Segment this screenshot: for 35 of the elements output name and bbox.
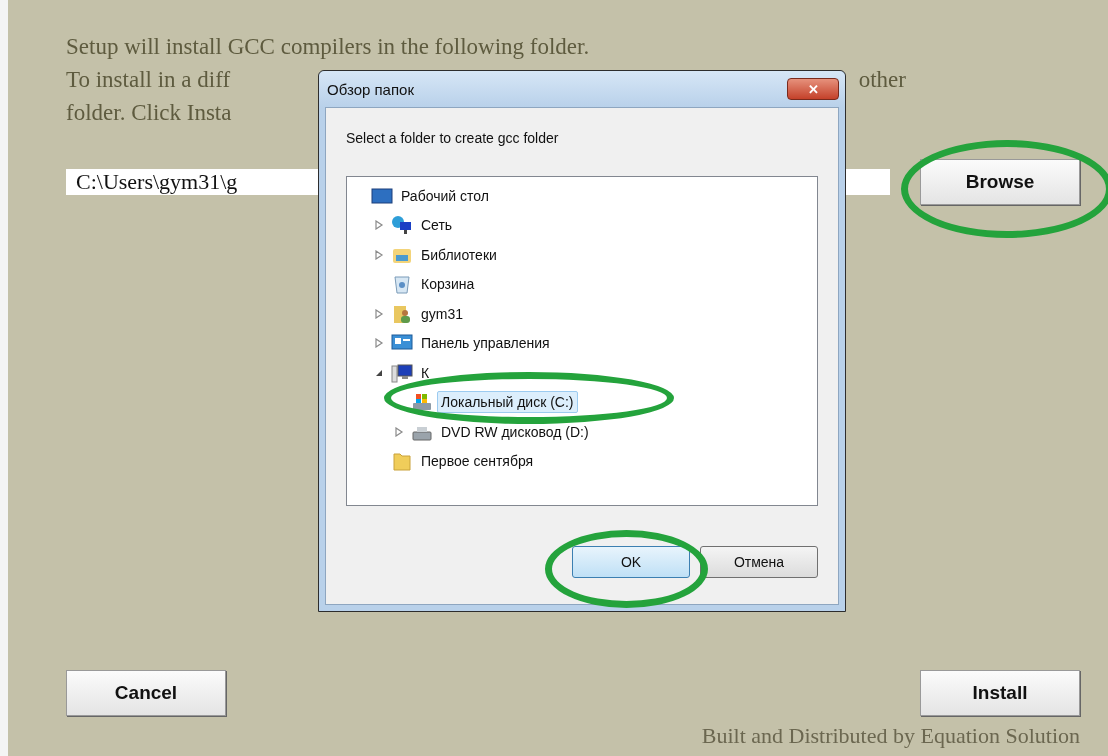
folder-item[interactable]: К xyxy=(417,361,434,384)
instruction-text: Setup will install GCC compilers in the following folder. xyxy=(66,33,590,60)
folder-item[interactable]: Корзина xyxy=(417,273,479,296)
dialog-cancel-button[interactable]: Отмена xyxy=(700,546,818,578)
user-icon xyxy=(391,303,413,324)
install-button[interactable]: Install xyxy=(920,670,1080,716)
network-icon xyxy=(391,215,413,236)
drive-icon xyxy=(411,392,433,413)
instruction-text: folder. Click Insta xyxy=(66,99,232,126)
expand-arrow-icon[interactable] xyxy=(375,249,384,260)
ok-button[interactable]: OK xyxy=(572,546,690,578)
desktop-icon xyxy=(371,185,393,206)
folder-item[interactable]: Панель управления xyxy=(417,332,554,355)
instruction-text: To install in a diff xyxy=(66,66,231,93)
folder-icon xyxy=(391,451,413,472)
expand-arrow-icon[interactable] xyxy=(395,426,404,437)
instruction-text: other xyxy=(858,66,906,93)
expand-arrow-icon[interactable] xyxy=(375,308,384,319)
footer-text: Built and Distributed by Equation Solution xyxy=(701,723,1080,749)
expand-arrow-icon[interactable] xyxy=(375,338,384,349)
dialog-message: Select a folder to create gcc folder xyxy=(346,130,560,146)
cancel-button[interactable]: Cancel xyxy=(66,670,226,716)
computer-icon xyxy=(391,362,413,383)
folder-item[interactable]: DVD RW дисковод (D:) xyxy=(437,420,593,443)
folder-item[interactable]: Локальный диск (C:) xyxy=(437,391,578,414)
folder-item[interactable]: Библиотеки xyxy=(417,243,501,266)
folder-item[interactable]: Первое сентября xyxy=(417,450,538,473)
folder-item[interactable]: gym31 xyxy=(417,302,468,325)
browse-button[interactable]: Browse xyxy=(920,159,1080,205)
dialog-title: Обзор папок xyxy=(327,80,414,98)
close-button[interactable]: ✕ xyxy=(787,78,839,100)
trash-icon xyxy=(391,274,413,295)
folder-item[interactable]: Сеть xyxy=(417,214,457,237)
expand-arrow-icon[interactable] xyxy=(375,220,384,231)
folder-item[interactable]: Рабочий стол xyxy=(397,184,493,207)
